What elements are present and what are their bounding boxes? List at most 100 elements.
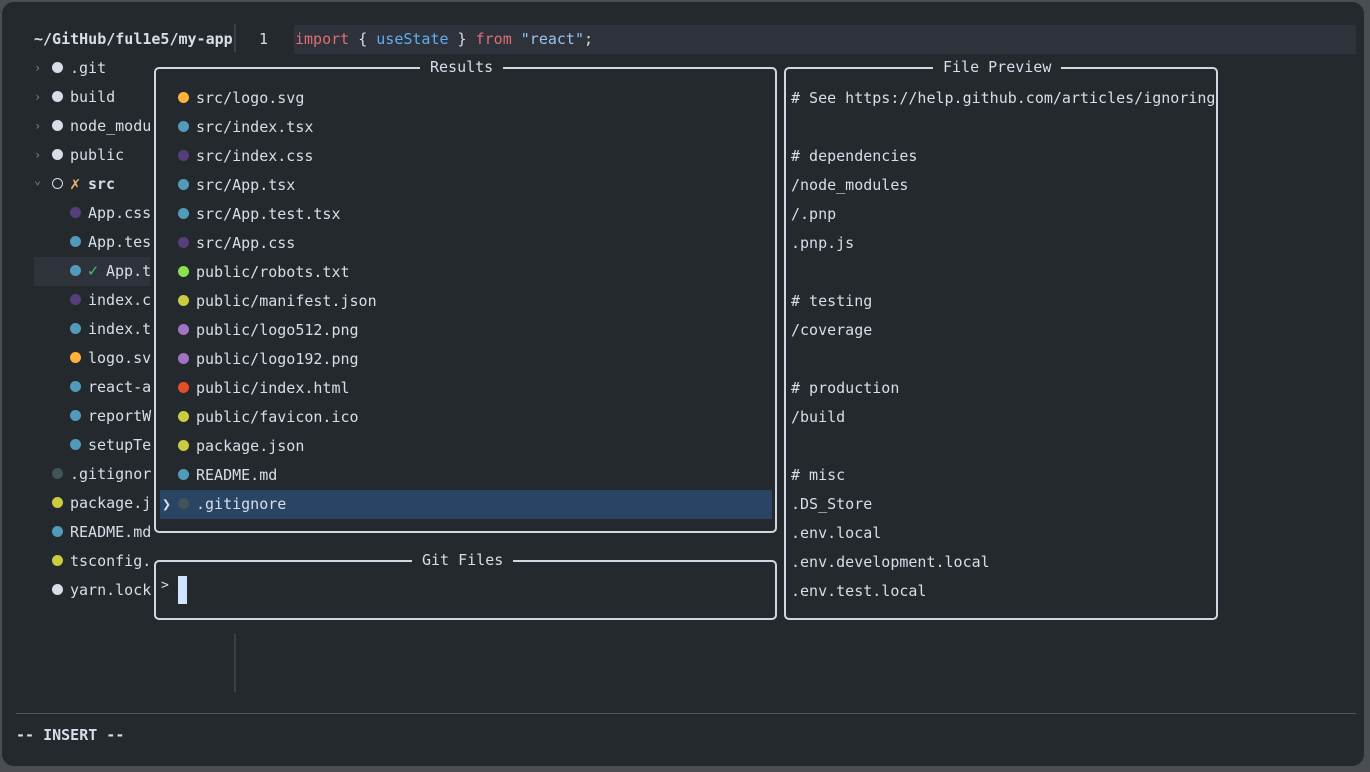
file-icon: [178, 469, 189, 480]
preview-line: .pnp.js: [791, 234, 855, 252]
explorer-item[interactable]: › public: [32, 141, 152, 170]
result-item[interactable]: package.json: [156, 432, 775, 461]
results-title: Results: [420, 58, 504, 76]
result-item-label: package.json: [196, 437, 305, 455]
file-icon: [178, 498, 189, 509]
chevron-right-icon[interactable]: ›: [34, 141, 41, 170]
file-icon: [178, 382, 189, 393]
preview-line: .env.local: [791, 524, 882, 542]
result-item[interactable]: public/index.html: [156, 374, 775, 403]
result-item-label: public/favicon.ico: [196, 408, 359, 426]
chevron-right-icon[interactable]: ›: [34, 54, 41, 83]
file-icon: [52, 584, 63, 595]
file-icon: [70, 265, 81, 276]
explorer-item[interactable]: ⌄ ✗ src: [32, 170, 152, 199]
explorer-item-label: README.md: [70, 523, 152, 541]
file-icon: [178, 440, 189, 451]
result-item[interactable]: src/index.css: [156, 142, 775, 171]
explorer-item[interactable]: setupTe: [32, 431, 152, 460]
preview-line: /.pnp: [791, 205, 837, 223]
result-item[interactable]: src/App.tsx: [156, 171, 775, 200]
result-item[interactable]: src/App.test.tsx: [156, 200, 775, 229]
explorer-item-label: App.t: [106, 262, 152, 280]
explorer-item-label: .gitignor: [70, 465, 152, 483]
explorer-item[interactable]: yarn.lock: [32, 576, 152, 605]
explorer-item[interactable]: › .git: [32, 54, 152, 83]
file-icon: [178, 208, 189, 219]
result-item[interactable]: ❯ .gitignore: [160, 490, 772, 519]
explorer-item[interactable]: index.t: [32, 315, 152, 344]
file-icon: [52, 497, 63, 508]
code-line[interactable]: import { useState } from "react";: [295, 30, 593, 48]
explorer-item[interactable]: reportW: [32, 402, 152, 431]
file-icon: [178, 295, 189, 306]
file-icon: [178, 92, 189, 103]
folder-icon: [52, 120, 63, 131]
prompt-prefix: >: [161, 578, 169, 593]
chevron-right-icon[interactable]: ›: [34, 112, 41, 141]
git-staged-icon: ✓: [88, 261, 99, 281]
git-files-prompt-panel: Git Files >: [154, 551, 777, 620]
explorer-item[interactable]: App.tes: [32, 228, 152, 257]
result-item[interactable]: README.md: [156, 461, 775, 490]
result-item-label: src/App.test.tsx: [196, 205, 341, 223]
explorer-item-label: reportW: [88, 407, 152, 425]
result-item[interactable]: public/logo512.png: [156, 316, 775, 345]
code-token-kw: import: [295, 30, 350, 48]
mode-indicator: -- INSERT --: [16, 726, 125, 744]
explorer-divider: [234, 24, 236, 52]
prompt-input-cursor[interactable]: [178, 576, 187, 604]
code-token-pun: ;: [584, 30, 594, 48]
explorer-item-label: App.css: [88, 204, 152, 222]
result-item[interactable]: src/logo.svg: [156, 84, 775, 113]
explorer-item-label: src: [88, 175, 116, 193]
explorer-item[interactable]: .gitignor: [32, 460, 152, 489]
explorer-item[interactable]: ✓ App.t: [32, 257, 152, 286]
explorer-item-label: react-a: [88, 378, 152, 396]
folder-icon: [52, 149, 63, 160]
file-icon: [178, 179, 189, 190]
explorer-item[interactable]: index.c: [32, 286, 152, 315]
explorer-item[interactable]: › build: [32, 83, 152, 112]
code-token-kw: from: [475, 30, 512, 48]
result-item-label: src/logo.svg: [196, 89, 305, 107]
result-item[interactable]: public/logo192.png: [156, 345, 775, 374]
preview-line: .DS_Store: [791, 495, 873, 513]
explorer-item[interactable]: › node_modu: [32, 112, 152, 141]
statusline-divider: [16, 713, 1356, 714]
result-item[interactable]: src/App.css: [156, 229, 775, 258]
preview-line: # production: [791, 379, 900, 397]
result-item[interactable]: src/index.tsx: [156, 113, 775, 142]
explorer-item-label: tsconfig.: [70, 552, 152, 570]
explorer-item-label: build: [70, 88, 116, 106]
explorer-item-label: .git: [70, 59, 107, 77]
line-number: 1: [259, 30, 269, 48]
explorer-item[interactable]: App.css: [32, 199, 152, 228]
file-icon: [52, 555, 63, 566]
result-item-label: README.md: [196, 466, 278, 484]
result-item[interactable]: public/robots.txt: [156, 258, 775, 287]
explorer-item[interactable]: package.j: [32, 489, 152, 518]
preview-line: # dependencies: [791, 147, 918, 165]
folder-icon: [52, 91, 63, 102]
explorer-root-path: ~/GitHub/ful1e5/my-app: [34, 30, 233, 48]
result-item[interactable]: public/manifest.json: [156, 287, 775, 316]
file-icon: [70, 207, 81, 218]
file-icon: [178, 411, 189, 422]
result-item[interactable]: public/favicon.ico: [156, 403, 775, 432]
code-token-pun: }: [448, 30, 476, 48]
result-item-label: src/index.tsx: [196, 118, 314, 136]
explorer-item[interactable]: react-a: [32, 373, 152, 402]
chevron-right-icon[interactable]: ›: [34, 83, 41, 112]
git-files-title: Git Files: [412, 551, 514, 569]
explorer-item[interactable]: README.md: [32, 518, 152, 547]
chevron-down-icon[interactable]: ⌄: [34, 170, 41, 195]
explorer-item[interactable]: logo.sv: [32, 344, 152, 373]
terminal-window: ~/GitHub/ful1e5/my-app › .git › build › node_…: [0, 0, 1366, 768]
file-icon: [178, 237, 189, 248]
file-preview-title: File Preview: [933, 58, 1062, 76]
explorer-item[interactable]: tsconfig.: [32, 547, 152, 576]
result-item-label: src/index.css: [196, 147, 314, 165]
explorer-divider-lower: [234, 634, 236, 692]
folder-icon: [52, 62, 63, 73]
